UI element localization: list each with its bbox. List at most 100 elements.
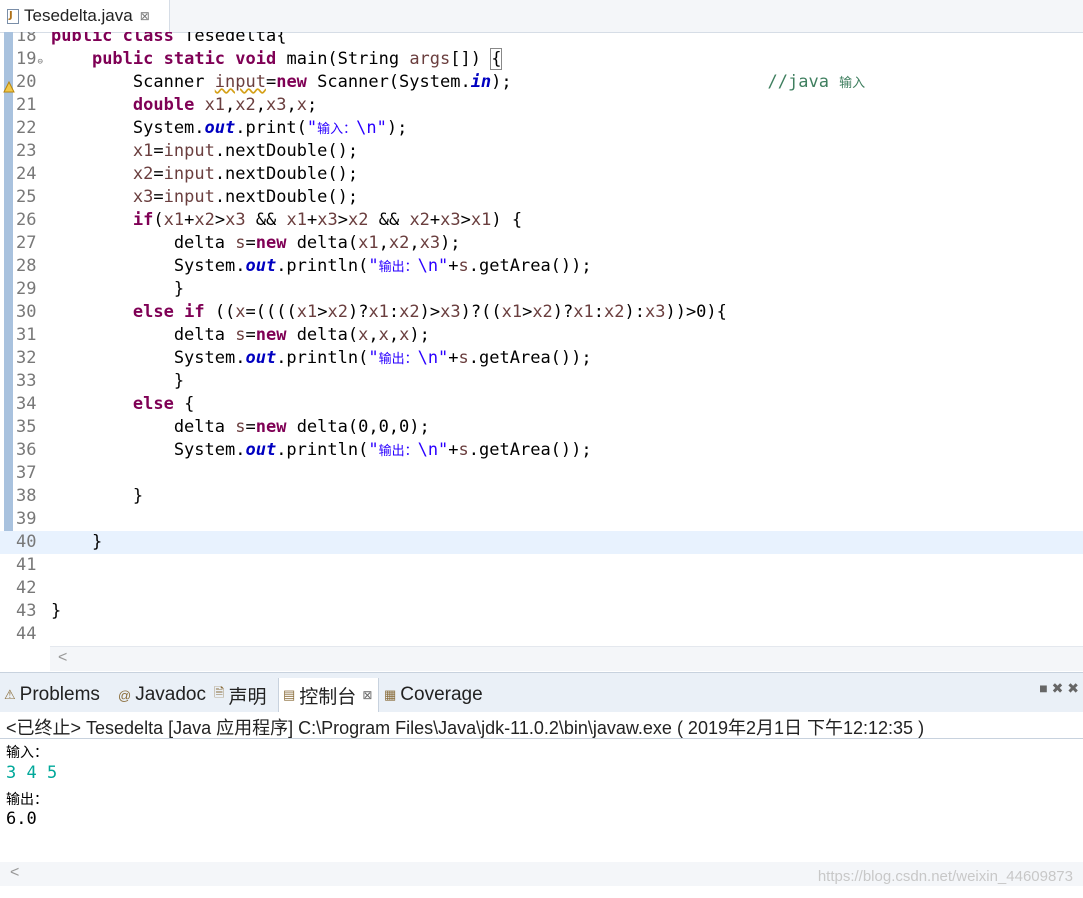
java-file-icon <box>6 8 20 24</box>
code-line[interactable]: 29 } <box>0 278 1083 301</box>
line-number: 28 <box>16 256 37 276</box>
code-text: System.out.println("输出：\n"+s.getArea()); <box>51 256 592 276</box>
code-text: } <box>51 532 103 552</box>
code-line[interactable]: 43} <box>0 600 1083 623</box>
line-number: 22 <box>16 118 37 138</box>
code-line[interactable]: 36 System.out.println("输出：\n"+s.getArea(… <box>0 439 1083 462</box>
close-icon[interactable]: ⊠ <box>362 688 372 702</box>
code-text: delta s=new delta(x1,x2,x3); <box>51 233 461 253</box>
console-tab-label: 声明 <box>228 686 267 708</box>
code-line[interactable]: 26 if(x1+x2>x3 && x1+x3>x2 && x2+x3>x1) … <box>0 209 1083 232</box>
code-line[interactable]: 33 } <box>0 370 1083 393</box>
line-number: 44 <box>16 624 37 644</box>
code-line[interactable]: 41 <box>0 554 1083 577</box>
line-number: 37 <box>16 463 37 483</box>
code-line[interactable]: 25 x3=input.nextDouble(); <box>0 186 1083 209</box>
console-tab-label: Javadoc <box>135 684 206 705</box>
line-number: 38 <box>16 486 37 506</box>
code-text: x2=input.nextDouble(); <box>132 164 359 184</box>
line-number: 43 <box>16 601 37 621</box>
editor-tab-tesedelta[interactable]: Tesedelta.java ⊠ <box>0 0 170 32</box>
code-line[interactable]: 24 x2=input.nextDouble(); <box>0 163 1083 186</box>
line-number: 25 <box>16 187 37 207</box>
line-number: 24 <box>16 164 37 184</box>
code-text: } <box>51 279 185 299</box>
editor-tabbar: Tesedelta.java ⊠ <box>0 0 1083 33</box>
scroll-left-icon[interactable]: < <box>10 864 19 882</box>
line-number: 29 <box>16 279 37 299</box>
code-line[interactable]: 22 System.out.print("输入：\n"); <box>0 117 1083 140</box>
console-tab-problems[interactable]: ⚠ Problems <box>4 678 100 712</box>
line-number: 20 <box>16 72 37 92</box>
code-text: delta s=new delta(x,x,x); <box>51 325 430 345</box>
code-line[interactable]: 19⊖ public static void main(String args[… <box>0 48 1083 71</box>
javadoc-icon: @ <box>118 687 132 703</box>
code-line[interactable]: 23 x1=input.nextDouble(); <box>0 140 1083 163</box>
console-prompt-output: 输出： <box>6 792 48 808</box>
console-icon: ▤ <box>283 687 296 702</box>
line-number: 34 <box>16 394 37 414</box>
code-line[interactable]: 28 System.out.println("输出：\n"+s.getArea(… <box>0 255 1083 278</box>
console-divider <box>0 738 1083 739</box>
code-line[interactable]: 37 <box>0 462 1083 485</box>
problems-icon: ⚠ <box>4 687 16 702</box>
console-user-input: 3 4 5 <box>6 763 58 783</box>
code-text: System.out.println("输出：\n"+s.getArea()); <box>51 440 592 460</box>
console-tab-coverage[interactable]: ▦ Coverage <box>384 678 483 712</box>
code-text: delta s=new delta(0,0,0); <box>51 417 430 437</box>
code-line[interactable]: 40 } <box>0 531 1083 554</box>
console-view-actions[interactable]: ■ ✖ ✖ <box>1039 680 1079 697</box>
code-line[interactable]: 32 System.out.println("输出：\n"+s.getArea(… <box>0 347 1083 370</box>
code-text: } <box>51 486 144 506</box>
code-line[interactable]: 27 delta s=new delta(x1,x2,x3); <box>0 232 1083 255</box>
code-line[interactable]: 18 public class Tesedelta{ <box>0 32 1083 48</box>
line-number: 18 <box>16 32 37 46</box>
code-text: else { <box>132 394 195 414</box>
console-tab-控制台[interactable]: ▤ 控制台 ⊠ <box>278 678 380 712</box>
code-line[interactable]: 31 delta s=new delta(x,x,x); <box>0 324 1083 347</box>
code-text: public class Tesedelta{ <box>51 32 287 46</box>
editor-horizontal-scrollbar[interactable]: < <box>50 646 1083 671</box>
scroll-left-icon[interactable]: < <box>58 649 67 667</box>
close-icon[interactable]: ⊠ <box>140 9 150 23</box>
line-number: 40 <box>16 532 37 552</box>
warning-marker-icon[interactable] <box>3 77 15 93</box>
code-text: } <box>51 371 185 391</box>
line-number: 35 <box>16 417 37 437</box>
fold-icon[interactable]: ⊖ <box>37 57 42 67</box>
declaration-icon: 🗎 <box>214 685 225 700</box>
code-line[interactable]: 44 <box>0 623 1083 644</box>
line-number: 36 <box>16 440 37 460</box>
code-line[interactable]: 30 else if ((x=((((x1>x2)?x1:x2)>x3)?((x… <box>0 301 1083 324</box>
code-text: x3=input.nextDouble(); <box>132 187 359 207</box>
console-tab-声明[interactable]: 🗎 声明 <box>214 678 266 712</box>
code-text: System.out.print("输入：\n"); <box>51 118 408 138</box>
code-line[interactable]: 21 double x1,x2,x3,x; <box>0 94 1083 117</box>
line-number: 42 <box>16 578 37 598</box>
code-line[interactable]: 34 else { <box>0 393 1083 416</box>
code-line[interactable]: 38 } <box>0 485 1083 508</box>
line-number: 30 <box>16 302 37 322</box>
line-number: 32 <box>16 348 37 368</box>
code-text: else if ((x=((((x1>x2)?x1:x2)>x3)?((x1>x… <box>132 302 727 322</box>
coverage-icon: ▦ <box>384 687 397 702</box>
console-tab-label: 控制台 <box>299 686 357 708</box>
code-text: System.out.println("输出：\n"+s.getArea()); <box>51 348 592 368</box>
line-number: 33 <box>16 371 37 391</box>
console-tab-label: Problems <box>19 684 100 705</box>
line-number: 27 <box>16 233 37 253</box>
code-text: double x1,x2,x3,x; <box>132 95 318 115</box>
console-prompt-input: 输入： <box>6 745 48 761</box>
code-text: Scanner input=new Scanner(System.in); //… <box>51 72 866 92</box>
console-status: <已终止> Tesedelta [Java 应用程序] C:\Program F… <box>6 718 925 738</box>
line-number: 26 <box>16 210 37 230</box>
code-line[interactable]: 35 delta s=new delta(0,0,0); <box>0 416 1083 439</box>
code-area[interactable]: 18 public class Tesedelta{ 19⊖ public stat… <box>0 32 1083 644</box>
code-text: } <box>51 601 62 621</box>
editor-tab-label: Tesedelta.java <box>24 6 133 25</box>
console-result: 6.0 <box>6 809 37 829</box>
console-tab-javadoc[interactable]: @ Javadoc <box>118 678 206 712</box>
code-line[interactable]: 42 <box>0 577 1083 600</box>
code-line[interactable]: 39 <box>0 508 1083 531</box>
code-line[interactable]: 20 Scanner input=new Scanner(System.in);… <box>0 71 1083 94</box>
